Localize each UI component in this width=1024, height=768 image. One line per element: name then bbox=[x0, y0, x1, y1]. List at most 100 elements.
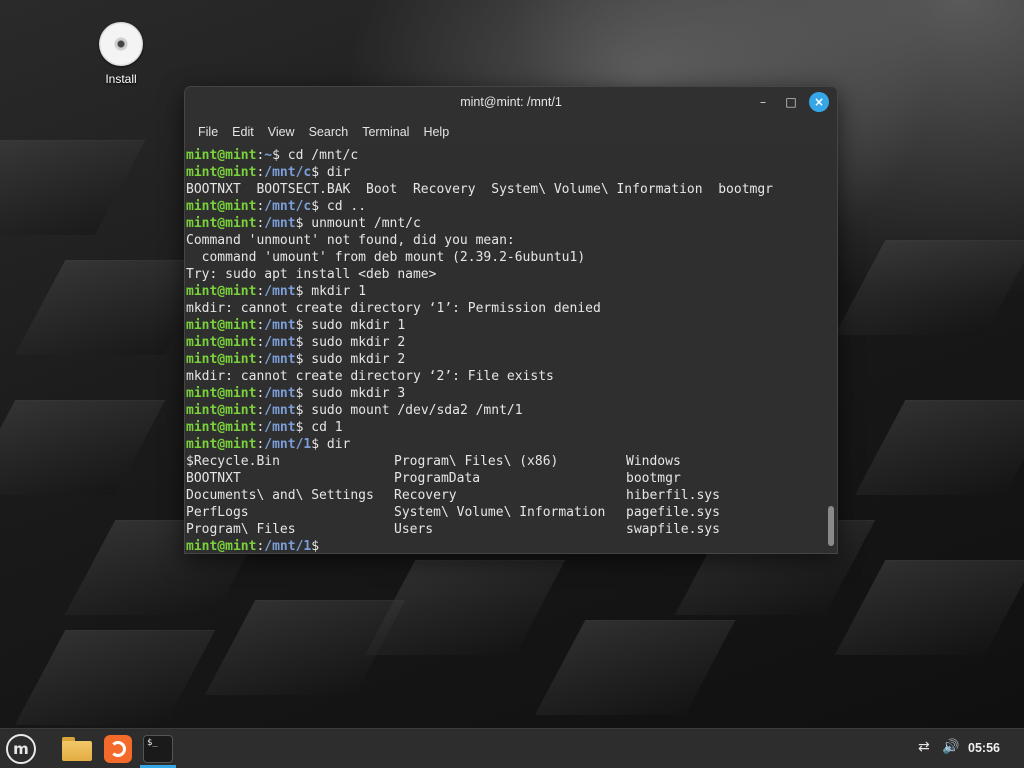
terminal-scrollbar[interactable] bbox=[828, 506, 834, 546]
menu-terminal[interactable]: Terminal bbox=[355, 125, 416, 139]
prompt-symbol: $ bbox=[311, 539, 320, 554]
wallpaper-tile bbox=[0, 140, 146, 235]
mint-logo-icon: m bbox=[6, 734, 36, 764]
terminal-command-line: mint@mint:/mnt$ sudo mkdir 2 bbox=[186, 352, 406, 367]
prompt-path: ~ bbox=[264, 148, 273, 163]
terminal-command-line: mint@mint:/mnt/1$ dir bbox=[186, 437, 351, 452]
prompt-user: mint@mint bbox=[186, 420, 257, 435]
folder-icon bbox=[62, 737, 92, 761]
prompt-symbol: $ bbox=[311, 165, 320, 180]
terminal-icon: $_ bbox=[143, 735, 173, 763]
terminal-window[interactable]: mint@mint: /mnt/1 – □ × File Edit View S… bbox=[184, 86, 838, 554]
prompt-path: /mnt bbox=[264, 420, 296, 435]
wallpaper-tile bbox=[14, 630, 216, 725]
prompt-path: /mnt bbox=[264, 318, 296, 333]
terminal-output-line: mkdir: cannot create directory ‘1’: Perm… bbox=[186, 301, 601, 316]
terminal-final-prompt: mint@mint:/mnt/1$ bbox=[186, 538, 837, 554]
dir-entry: bootmgr bbox=[626, 471, 681, 486]
prompt-user: mint@mint bbox=[186, 165, 257, 180]
dir-entry: pagefile.sys bbox=[626, 505, 720, 520]
dir-listing: $Recycle.Bin Program\ Files\ (x86) Windows… bbox=[186, 453, 837, 538]
clock[interactable]: 05:56 bbox=[968, 741, 1000, 755]
prompt-path: /mnt bbox=[264, 284, 296, 299]
menu-help[interactable]: Help bbox=[416, 125, 456, 139]
desktop-icon-install[interactable]: Install bbox=[90, 22, 152, 86]
window-titlebar[interactable]: mint@mint: /mnt/1 – □ × bbox=[185, 87, 837, 117]
dir-entry: BOOTNXT bbox=[186, 471, 241, 486]
prompt-user: mint@mint bbox=[186, 403, 257, 418]
dir-entry: hiberfil.sys bbox=[626, 488, 720, 503]
dir-listing-row: BOOTNXT ProgramData bootmgr bbox=[186, 470, 837, 487]
terminal-output-line: Try: sudo apt install <deb name> bbox=[186, 267, 437, 282]
menu-edit[interactable]: Edit bbox=[225, 125, 261, 139]
terminal-command-line: mint@mint:/mnt$ sudo mkdir 3 bbox=[186, 386, 406, 401]
terminal-command-line: mint@mint:/mnt$ sudo mkdir 2 bbox=[186, 335, 406, 350]
terminal-output-line: command 'umount' from deb mount (2.39.2-… bbox=[186, 250, 586, 265]
command-text: unmount /mnt/c bbox=[303, 216, 421, 231]
close-icon[interactable]: × bbox=[809, 92, 829, 112]
command-text: sudo mkdir 3 bbox=[303, 386, 406, 401]
terminal-history: mint@mint:~$ cd /mnt/c mint@mint:/mnt/c$ … bbox=[186, 147, 837, 453]
command-text: sudo mkdir 1 bbox=[303, 318, 406, 333]
dir-entry: PerfLogs bbox=[186, 505, 249, 520]
dir-entry: $Recycle.Bin bbox=[186, 454, 280, 469]
menu-view[interactable]: View bbox=[261, 125, 302, 139]
terminal-output[interactable]: mint@mint:~$ cd /mnt/c mint@mint:/mnt/c$ … bbox=[185, 146, 837, 554]
dir-entry: swapfile.sys bbox=[626, 522, 720, 537]
network-icon[interactable]: ⇄ bbox=[918, 739, 930, 755]
dir-listing-row: $Recycle.Bin Program\ Files\ (x86) Windows bbox=[186, 453, 837, 470]
minimize-icon[interactable]: – bbox=[753, 92, 773, 112]
prompt-user: mint@mint bbox=[186, 386, 257, 401]
terminal-command-line: mint@mint:/mnt$ unmount /mnt/c bbox=[186, 216, 421, 231]
volume-icon[interactable]: 🔊 bbox=[942, 739, 959, 755]
command-text: mkdir 1 bbox=[303, 284, 367, 299]
terminal-command-line: mint@mint:/mnt/c$ cd .. bbox=[186, 199, 367, 214]
wallpaper-tile bbox=[834, 560, 1024, 655]
command-text: cd .. bbox=[319, 199, 367, 214]
dir-listing-row: PerfLogs System\ Volume\ Information pagef… bbox=[186, 504, 837, 521]
command-text: cd /mnt/c bbox=[279, 148, 359, 163]
prompt-path: /mnt bbox=[264, 403, 296, 418]
dir-entry: Recovery bbox=[394, 488, 457, 503]
taskbar: m $_ ⇄ 🔊 05:56 bbox=[0, 728, 1024, 768]
disc-icon bbox=[99, 22, 143, 66]
menu-file[interactable]: File bbox=[191, 125, 225, 139]
terminal-command-line: mint@mint:/mnt/c$ dir bbox=[186, 165, 351, 180]
prompt-path: /mnt bbox=[264, 352, 296, 367]
prompt-user: mint@mint bbox=[186, 335, 257, 350]
firefox-button[interactable] bbox=[100, 732, 136, 766]
prompt-path: /mnt/1 bbox=[264, 539, 312, 554]
command-text: cd 1 bbox=[303, 420, 343, 435]
window-controls: – □ × bbox=[753, 92, 829, 112]
dir-entry: Documents\ and\ Settings bbox=[186, 488, 374, 503]
prompt-path: /mnt/1 bbox=[264, 437, 312, 452]
menu-search[interactable]: Search bbox=[302, 125, 356, 139]
prompt-user: mint@mint bbox=[186, 199, 257, 214]
prompt-symbol: $ bbox=[311, 199, 320, 214]
command-text: dir bbox=[319, 165, 351, 180]
prompt-path: /mnt bbox=[264, 386, 296, 401]
prompt-user: mint@mint bbox=[186, 216, 257, 231]
wallpaper-tile bbox=[364, 560, 566, 655]
dir-entry: Program\ Files bbox=[186, 522, 296, 537]
prompt-path: /mnt bbox=[264, 216, 296, 231]
menubar: File Edit View Search Terminal Help bbox=[185, 117, 837, 146]
prompt-user: mint@mint bbox=[186, 148, 257, 163]
desktop-icon-label: Install bbox=[105, 72, 137, 86]
mint-menu-button[interactable]: m bbox=[3, 732, 39, 766]
prompt-symbol: $ bbox=[272, 148, 280, 163]
dir-entry: Windows bbox=[626, 454, 681, 469]
wallpaper-tile bbox=[834, 240, 1024, 335]
files-button[interactable] bbox=[59, 732, 95, 766]
terminal-command-line: mint@mint:/mnt$ cd 1 bbox=[186, 420, 343, 435]
terminal-command-line: mint@mint:/mnt$ mkdir 1 bbox=[186, 284, 367, 299]
terminal-command-line: mint@mint:~$ cd /mnt/c bbox=[186, 148, 359, 163]
dir-entry: Program\ Files\ (x86) bbox=[394, 454, 559, 469]
dir-entry: ProgramData bbox=[394, 471, 481, 486]
terminal-taskbar-button[interactable]: $_ bbox=[138, 732, 178, 766]
maximize-icon[interactable]: □ bbox=[781, 92, 801, 112]
firefox-icon bbox=[104, 735, 132, 763]
dir-entry: System\ Volume\ Information bbox=[394, 505, 606, 520]
prompt-path: /mnt bbox=[264, 335, 296, 350]
prompt-user: mint@mint bbox=[186, 437, 257, 452]
